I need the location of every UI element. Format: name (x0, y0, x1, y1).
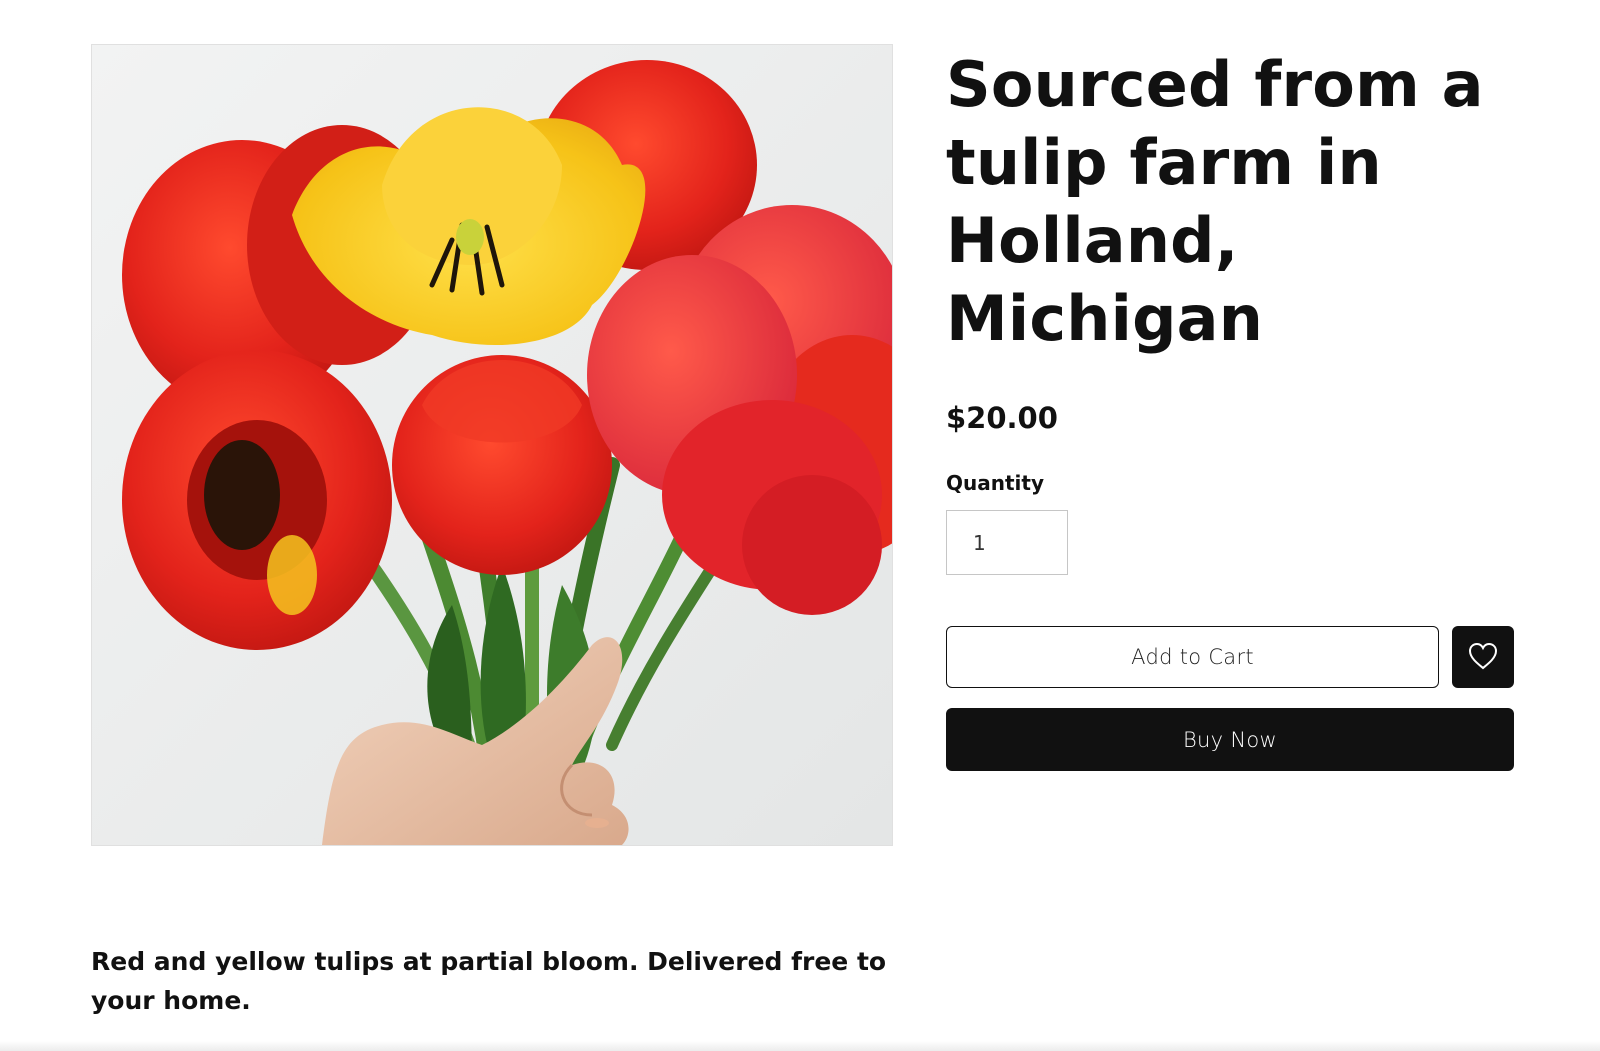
quantity-input[interactable] (946, 510, 1068, 575)
product-image[interactable] (91, 44, 893, 846)
heart-icon (1467, 641, 1499, 674)
cart-actions-row: Add to Cart (946, 626, 1514, 688)
bottom-edge (0, 1041, 1600, 1051)
product-description: Red and yellow tulips at partial bloom. … (91, 947, 887, 1015)
buy-now-button[interactable]: Buy Now (946, 708, 1514, 771)
quantity-label: Quantity (946, 471, 1044, 495)
product-price: $20.00 (946, 401, 1058, 435)
product-details: Sourced from a tulip farm in Holland, Mi… (946, 44, 1516, 771)
product-title: Sourced from a tulip farm in Holland, Mi… (946, 48, 1484, 355)
add-to-cart-button[interactable]: Add to Cart (946, 626, 1440, 688)
product-page: Sourced from a tulip farm in Holland, Mi… (0, 0, 1600, 1051)
wishlist-button[interactable] (1452, 626, 1514, 688)
tulip-bouquet-illustration (92, 45, 892, 845)
